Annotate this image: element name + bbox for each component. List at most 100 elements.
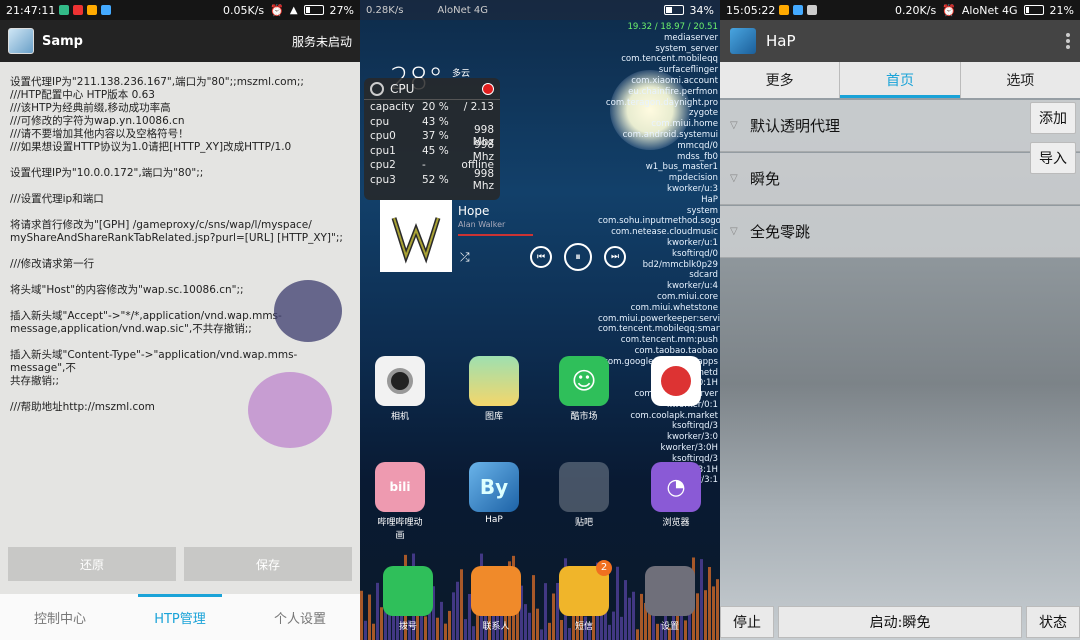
dock-phone[interactable]: 拨号: [382, 566, 434, 632]
app-coolapk[interactable]: ☺ 酷市场: [558, 356, 610, 422]
status-time: 15:05:22: [726, 3, 776, 17]
tab-more[interactable]: 更多: [720, 62, 841, 98]
tab-home[interactable]: 首页: [840, 62, 961, 98]
notification-icon: [793, 5, 804, 15]
stop-button[interactable]: 停止: [720, 606, 774, 638]
perf-bar: [620, 616, 623, 640]
unread-badge: 2: [596, 560, 612, 576]
overflow-menu-icon[interactable]: [1066, 33, 1070, 49]
tab-htp-manage[interactable]: HTP管理: [120, 594, 240, 640]
app-unknown[interactable]: [650, 356, 702, 409]
config-line: ​: [10, 206, 350, 219]
service-status[interactable]: 服务未启动: [292, 33, 352, 50]
song-title: Hope: [458, 204, 490, 218]
next-icon[interactable]: ⏭: [604, 246, 626, 268]
shuffle-icon[interactable]: ⤮: [460, 250, 470, 265]
add-button[interactable]: 添加: [1030, 102, 1076, 134]
process-item: com.miui.core: [656, 291, 718, 302]
perf-bar: [444, 623, 447, 640]
list-item[interactable]: ▽ 瞬免: [720, 153, 1080, 205]
notification-icon: [779, 5, 790, 15]
gear-icon[interactable]: [370, 81, 384, 96]
gallery-icon: [469, 356, 519, 406]
import-button[interactable]: 导入: [1030, 142, 1076, 174]
app-header: HaP: [720, 20, 1080, 62]
perf-bar: [704, 590, 707, 640]
music-widget[interactable]: Hope Alan Walker ⤮ ⏮ ⏸ ⏭: [380, 200, 626, 274]
app-folder[interactable]: 贴吧: [558, 462, 610, 528]
list-item-label: 瞬免: [750, 170, 781, 188]
progress-bar[interactable]: [458, 234, 533, 236]
carrier: AloNet 4G: [437, 4, 488, 16]
top-tabs: 更多 首页 选项: [720, 62, 1080, 98]
list-item[interactable]: ▽ 全免零跳: [720, 206, 1080, 258]
process-item: com.miui.whetstone: [630, 302, 718, 313]
restore-button[interactable]: 还原: [8, 547, 176, 581]
app-hap[interactable]: By HaP: [468, 462, 520, 525]
process-item: surfaceflinger: [658, 65, 718, 76]
smile-icon: ☺: [559, 356, 609, 406]
hap-app-panel: 15:05:22 0.20K/s ⏰ AloNet 4G 21% HaP 更多 …: [720, 0, 1080, 640]
state-button[interactable]: 状态: [1026, 606, 1080, 638]
config-text[interactable]: 设置代理IP为"211.138.236.167",端口为"80";;mszml.…: [10, 76, 350, 414]
app-label: 哔哩哔哩动画: [377, 518, 423, 541]
perf-bar: [552, 593, 555, 640]
process-item: mediaserver: [664, 32, 718, 43]
cpu-monitor[interactable]: CPU capacity 20 %/ 2.13 cpu 43 % cpu0 37 % 9…: [364, 78, 500, 200]
notification-icon: [87, 5, 98, 15]
bilibili-icon: bili: [375, 462, 425, 512]
load-average: 19.32 / 18.97 / 20.51: [627, 22, 718, 32]
carrier: AloNet 4G: [961, 3, 1018, 17]
floating-ball[interactable]: [274, 280, 342, 342]
app-header: Samp 服务未启动: [0, 20, 360, 62]
app-label: 设置: [660, 622, 679, 632]
save-button[interactable]: 保存: [184, 547, 352, 581]
previous-icon[interactable]: ⏮: [530, 246, 552, 268]
perf-bar: [636, 629, 639, 640]
close-icon[interactable]: [482, 82, 494, 95]
process-item: com.tencent.mm:push: [620, 335, 718, 346]
notification-icon: [73, 5, 84, 15]
app-label: 浏览器: [662, 518, 690, 528]
app-bilibili[interactable]: bili 哔哩哔哩动画: [374, 462, 426, 541]
notification-icon: [101, 5, 112, 15]
camera-icon: [375, 356, 425, 406]
perf-bar: [376, 582, 379, 640]
process-item: mdss_fb0: [676, 151, 718, 162]
start-button[interactable]: 启动:瞬免: [778, 606, 1022, 638]
network-speed: 0.20K/s: [895, 3, 937, 17]
app-gallery[interactable]: 图库: [468, 356, 520, 422]
floating-ball[interactable]: [248, 372, 332, 448]
app-label: 相机: [390, 412, 409, 422]
bottom-bar: 停止 启动:瞬免 状态: [720, 604, 1080, 640]
app-label: HaP: [485, 515, 503, 525]
perf-bar: [372, 623, 375, 640]
tab-options[interactable]: 选项: [961, 62, 1080, 98]
list-item[interactable]: ▽ 默认透明代理: [720, 100, 1080, 152]
app-logo-icon: [8, 28, 34, 54]
perf-bar: [440, 601, 443, 640]
perf-bar: [544, 583, 547, 640]
perf-bar: [624, 580, 627, 640]
cpu-title: CPU: [390, 81, 415, 96]
hap-icon: By: [469, 462, 519, 512]
process-item: w1_bus_master1: [645, 162, 718, 173]
process-item: com.miui.powerkeeper:service: [598, 313, 720, 324]
pause-icon[interactable]: ⏸: [564, 243, 592, 271]
tab-personal-settings[interactable]: 个人设置: [240, 594, 360, 640]
perf-bar: [452, 592, 455, 640]
process-item: ksoftirqd/3: [672, 421, 718, 432]
perf-bar: [700, 559, 703, 640]
dock-contacts[interactable]: 联系人: [470, 566, 522, 632]
app-camera[interactable]: 相机: [374, 356, 426, 422]
perf-bar: [612, 611, 615, 640]
status-bar: 0.28K/s AloNet 4G 34%: [360, 0, 720, 20]
app-browser[interactable]: ◔ 浏览器: [650, 462, 702, 528]
settings-icon: [645, 566, 695, 616]
config-line: ​: [10, 245, 350, 258]
tab-control-center[interactable]: 控制中心: [0, 594, 120, 640]
list-item-label: 默认透明代理: [750, 117, 841, 135]
process-item: com.android.systemui: [622, 129, 718, 140]
dock-settings[interactable]: 设置: [644, 566, 696, 632]
hap-logo-icon: [730, 28, 756, 54]
